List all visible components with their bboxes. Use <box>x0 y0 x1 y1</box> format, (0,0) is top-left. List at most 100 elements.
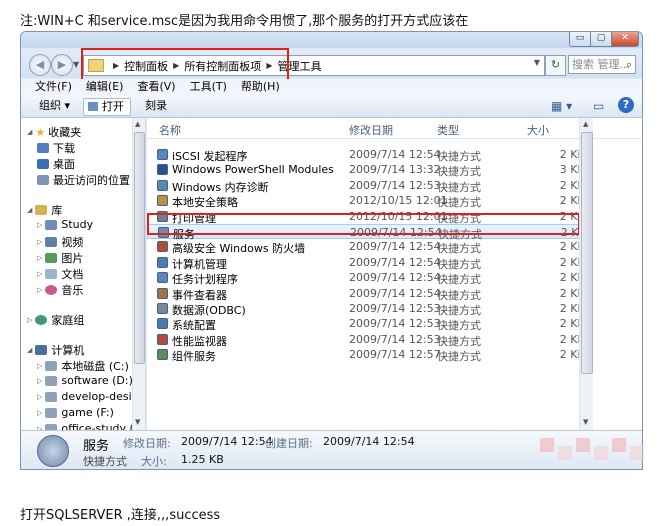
menu-tools[interactable]: 工具(T) <box>190 79 227 95</box>
shortcut-icon <box>157 179 168 191</box>
nav-libraries[interactable]: ◢ 库 <box>27 202 62 218</box>
file-size: 2 KB <box>559 271 585 285</box>
star-icon: ★ <box>35 125 46 139</box>
menu-view[interactable]: 查看(V) <box>137 79 175 95</box>
file-name: 组件服务 <box>172 350 216 364</box>
file-size: 2 KB <box>559 348 585 362</box>
recent-places-icon <box>37 175 49 185</box>
nav-study[interactable]: ▷ Study <box>37 218 93 231</box>
help-button[interactable]: ? <box>618 97 634 113</box>
file-size: 2 KB <box>559 332 585 346</box>
drive-icon <box>45 407 58 418</box>
nav-favorites[interactable]: ◢ ★ 收藏夹 <box>27 124 81 140</box>
file-date: 2009/7/14 12:53 <box>349 317 441 331</box>
file-type: 快捷方式 <box>437 350 481 364</box>
nav-music[interactable]: ▷ 音乐 <box>37 282 83 298</box>
file-row[interactable]: 数据源(ODBC) 2009/7/14 12:53 快捷方式 2 KB <box>147 301 587 317</box>
file-row[interactable]: 性能监视器 2009/7/14 12:53 快捷方式 2 KB <box>147 332 587 348</box>
nav-pictures[interactable]: ▷ 图片 <box>37 250 83 266</box>
nav-desktop[interactable]: 桌面 <box>37 156 75 172</box>
nav-drive-f[interactable]: ▷ game (F:) <box>37 406 114 419</box>
minimize-button[interactable]: ▭ <box>569 32 591 47</box>
nav-computer[interactable]: ◢ 计算机 <box>27 342 84 358</box>
file-list-scroll-thumb[interactable] <box>581 132 593 374</box>
file-row[interactable]: 任务计划程序 2009/7/14 12:54 快捷方式 2 KB <box>147 270 587 286</box>
library-icon <box>35 205 48 215</box>
file-row[interactable]: 组件服务 2009/7/14 12:57 快捷方式 2 KB <box>147 347 587 364</box>
menu-help[interactable]: 帮助(H) <box>241 79 280 95</box>
top-note: 注:WIN+C 和service.msc是因为我用命令用惯了,那个服务的打开方式… <box>20 14 469 29</box>
nav-homegroup[interactable]: ▷ 家庭组 <box>27 312 84 328</box>
open-button[interactable]: 打开 <box>83 98 131 116</box>
file-list: 名称 修改日期 类型 大小 iSCSI 发起程序 2009/7/14 12:54 快… <box>147 118 642 430</box>
burn-button[interactable]: 刻录 <box>145 98 167 114</box>
details-created-value: 2009/7/14 12:54 <box>323 435 415 448</box>
column-type[interactable]: 类型 <box>437 122 459 138</box>
file-row[interactable]: Windows PowerShell Modules 2009/7/14 13:3… <box>147 162 587 178</box>
bottom-note: 打开SQLSERVER ,连接,,,success <box>20 508 221 523</box>
nav-videos[interactable]: ▷ 视频 <box>37 234 83 250</box>
history-dropdown-icon[interactable]: ▼ <box>73 60 79 69</box>
drive-icon <box>45 375 58 386</box>
watermark <box>540 438 650 464</box>
nav-documents[interactable]: ▷ 文档 <box>37 266 83 282</box>
menu-edit[interactable]: 编辑(E) <box>86 79 124 95</box>
title-bar <box>21 32 642 48</box>
shortcut-icon <box>157 333 168 345</box>
menu-file[interactable]: 文件(F) <box>35 79 72 95</box>
nav-drive-c[interactable]: ▷ 本地磁盘 (C:) <box>37 358 129 374</box>
file-size: 2 KB <box>559 302 585 315</box>
back-button[interactable]: ◀ <box>29 54 51 76</box>
shortcut-icon <box>157 241 168 253</box>
video-icon <box>45 237 58 247</box>
search-input[interactable]: 搜索 管理... ⌕ <box>568 55 636 74</box>
shortcut-icon <box>157 318 168 330</box>
scroll-up-icon[interactable]: ▲ <box>583 120 588 128</box>
nav-drive-g[interactable]: ▷ office-study (G:) <box>37 422 145 430</box>
file-list-scrollbar[interactable]: ▲ ▼ <box>579 118 593 430</box>
shortcut-icon <box>157 303 168 314</box>
column-name[interactable]: 名称 <box>159 122 181 138</box>
address-dropdown-icon[interactable]: ▼ <box>534 58 540 67</box>
nav-drive-d[interactable]: ▷ software (D:) <box>37 374 133 387</box>
organize-button[interactable]: 组织 ▾ <box>39 98 70 114</box>
maximize-button[interactable]: ▢ <box>590 32 612 47</box>
search-placeholder: 搜索 管理... <box>572 58 630 71</box>
details-created-label: 创建日期: <box>265 437 313 450</box>
details-name: 服务 <box>83 439 110 454</box>
nav-downloads[interactable]: 下载 <box>37 140 75 156</box>
refresh-button[interactable]: ↻ <box>545 55 566 76</box>
file-row[interactable]: 本地安全策略 2012/10/15 12:01 快捷方式 2 KB <box>147 193 587 209</box>
scroll-down-icon[interactable]: ▼ <box>135 418 140 426</box>
details-modified-label: 修改日期: <box>123 437 171 450</box>
scroll-down-icon[interactable]: ▼ <box>583 418 588 426</box>
view-options-button[interactable]: ▦ ▾ <box>551 98 572 114</box>
file-size: 2 KB <box>559 317 585 331</box>
preview-pane-button[interactable]: ▭ <box>593 98 604 114</box>
file-row[interactable]: iSCSI 发起程序 2009/7/14 12:54 快捷方式 2 KB <box>147 147 587 163</box>
file-row[interactable]: 高级安全 Windows 防火墙 2009/7/14 12:54 快捷方式 2 KB <box>147 239 587 255</box>
nav-scrollbar[interactable]: ▲ ▼ <box>132 118 145 430</box>
file-date: 2009/7/14 12:57 <box>349 348 441 362</box>
nav-drive-e[interactable]: ▷ develop-design ( <box>37 390 145 403</box>
command-bar: 组织 ▾ 打开 刻录 ▦ ▾ ▭ ? <box>21 95 642 118</box>
file-row[interactable]: 事件查看器 2009/7/14 12:54 快捷方式 2 KB <box>147 286 587 302</box>
file-row[interactable]: Windows 内存诊断 2009/7/14 12:53 快捷方式 2 KB <box>147 178 587 194</box>
file-row[interactable]: 计算机管理 2009/7/14 12:54 快捷方式 2 KB <box>147 255 587 271</box>
scroll-up-icon[interactable]: ▲ <box>135 120 140 128</box>
navigation-pane: ◢ ★ 收藏夹 下载 桌面 最近访问的位置 ◢ 库 ▷ Study ▷ 视频 ▷ 图片 ▷ 文… <box>21 118 146 430</box>
search-icon[interactable]: ⌕ <box>626 56 632 74</box>
services-highlight-box <box>147 213 580 235</box>
shortcut-icon <box>157 256 168 268</box>
column-size[interactable]: 大小 <box>527 122 549 138</box>
nav-scroll-thumb[interactable] <box>134 132 145 364</box>
file-row[interactable]: 系统配置 2009/7/14 12:53 快捷方式 2 KB <box>147 316 587 332</box>
forward-button[interactable]: ▶ <box>51 54 73 76</box>
address-highlight-box <box>81 48 289 82</box>
nav-recent[interactable]: 最近访问的位置 <box>37 172 130 188</box>
column-headers: 名称 修改日期 类型 大小 <box>147 118 642 139</box>
column-date[interactable]: 修改日期 <box>349 122 393 138</box>
close-button[interactable]: ✕ <box>611 32 639 47</box>
file-date: 2009/7/14 12:54 <box>349 255 441 269</box>
file-date: 2012/10/15 12:01 <box>349 194 448 208</box>
